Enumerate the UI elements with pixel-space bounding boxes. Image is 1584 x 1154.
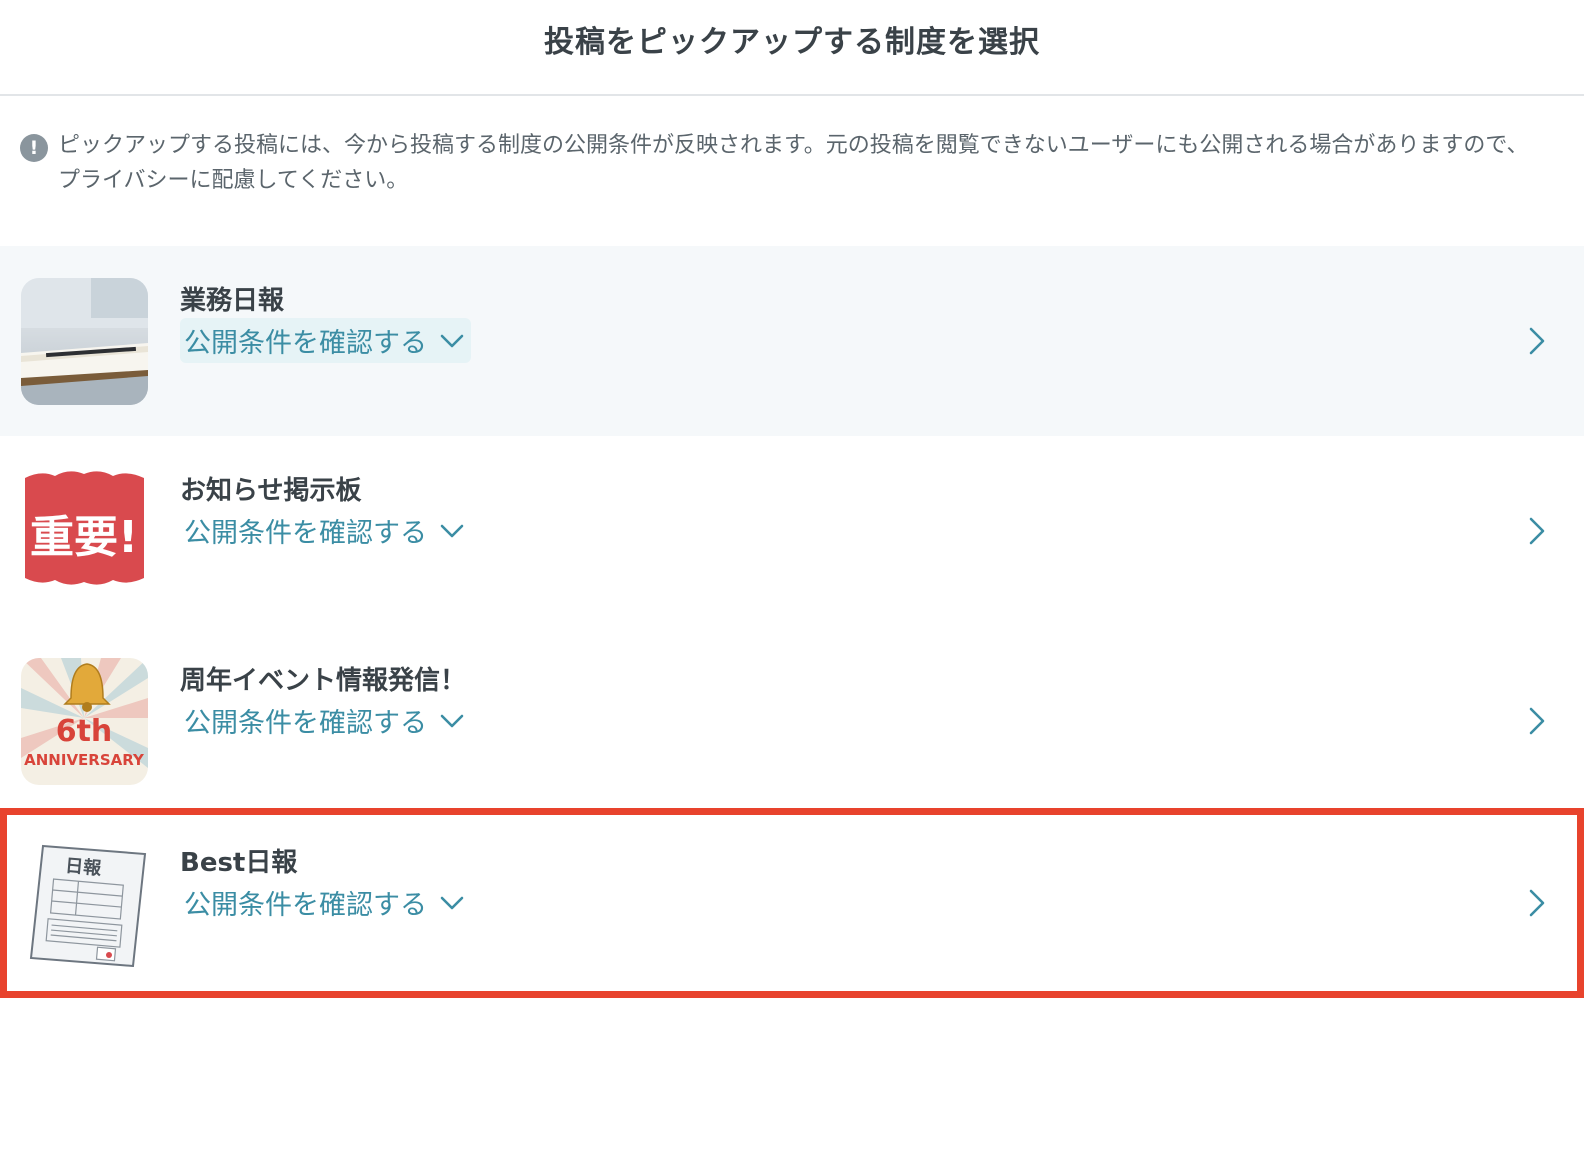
chevron-right-icon [1529,517,1545,545]
program-thumbnail: 日報 [21,840,148,967]
program-title: 業務日報 [180,286,285,316]
chevron-right-icon [1529,327,1545,355]
program-item-gyomu-nippo[interactable]: 業務日報 公開条件を確認する [0,246,1584,436]
program-list: 業務日報 公開条件を確認する 重要! お知らせ掲示板 公開条件を確認する 6th… [0,246,1584,998]
notebook-pen-photo-icon [21,278,148,405]
anniversary-bell-icon: 6th ANNIVERSARY [21,658,148,785]
page-title: 投稿をピックアップする制度を選択 [544,25,1040,60]
juyo-stamp-icon: 重要! [21,468,148,595]
check-conditions-label: 公開条件を確認する [184,708,427,739]
chevron-down-icon [440,896,464,909]
check-conditions-toggle[interactable]: 公開条件を確認する [180,880,471,925]
chevron-right-icon [1529,707,1545,735]
daily-report-sheet-icon: 日報 [21,840,148,967]
program-thumbnail [21,278,148,405]
notice-text: ピックアップする投稿には、今から投稿する制度の公開条件が反映されます。元の投稿を… [58,133,1529,193]
page-header: 投稿をピックアップする制度を選択 [0,0,1584,96]
program-title: 周年イベント情報発信！ [180,666,467,696]
check-conditions-label: 公開条件を確認する [184,328,427,359]
chevron-down-icon [440,714,464,727]
privacy-notice: ! ピックアップする投稿には、今から投稿する制度の公開条件が反映されます。元の投… [20,128,1550,198]
check-conditions-toggle[interactable]: 公開条件を確認する [180,508,471,553]
check-conditions-toggle[interactable]: 公開条件を確認する [180,698,471,743]
check-conditions-toggle[interactable]: 公開条件を確認する [180,318,471,363]
chevron-down-icon [440,334,464,347]
program-item-anniversary[interactable]: 6th ANNIVERSARY 周年イベント情報発信！ 公開条件を確認する [0,626,1584,816]
program-title: お知らせ掲示板 [180,476,362,506]
svg-text:ANNIVERSARY: ANNIVERSARY [24,751,145,769]
chevron-down-icon [440,524,464,537]
program-item-oshirase[interactable]: 重要! お知らせ掲示板 公開条件を確認する [0,436,1584,626]
chevron-right-icon [1529,889,1545,917]
svg-text:重要!: 重要! [30,512,138,563]
svg-text:日報: 日報 [64,854,103,879]
program-item-best-nippo[interactable]: 日報 Best日報 公開条件を確認する [0,808,1584,998]
check-conditions-label: 公開条件を確認する [184,518,427,549]
program-thumbnail: 重要! [21,468,148,595]
check-conditions-label: 公開条件を確認する [184,890,427,921]
program-thumbnail: 6th ANNIVERSARY [21,658,148,785]
program-title: Best日報 [180,848,298,878]
svg-text:6th: 6th [56,714,113,749]
exclamation-icon: ! [20,134,48,162]
